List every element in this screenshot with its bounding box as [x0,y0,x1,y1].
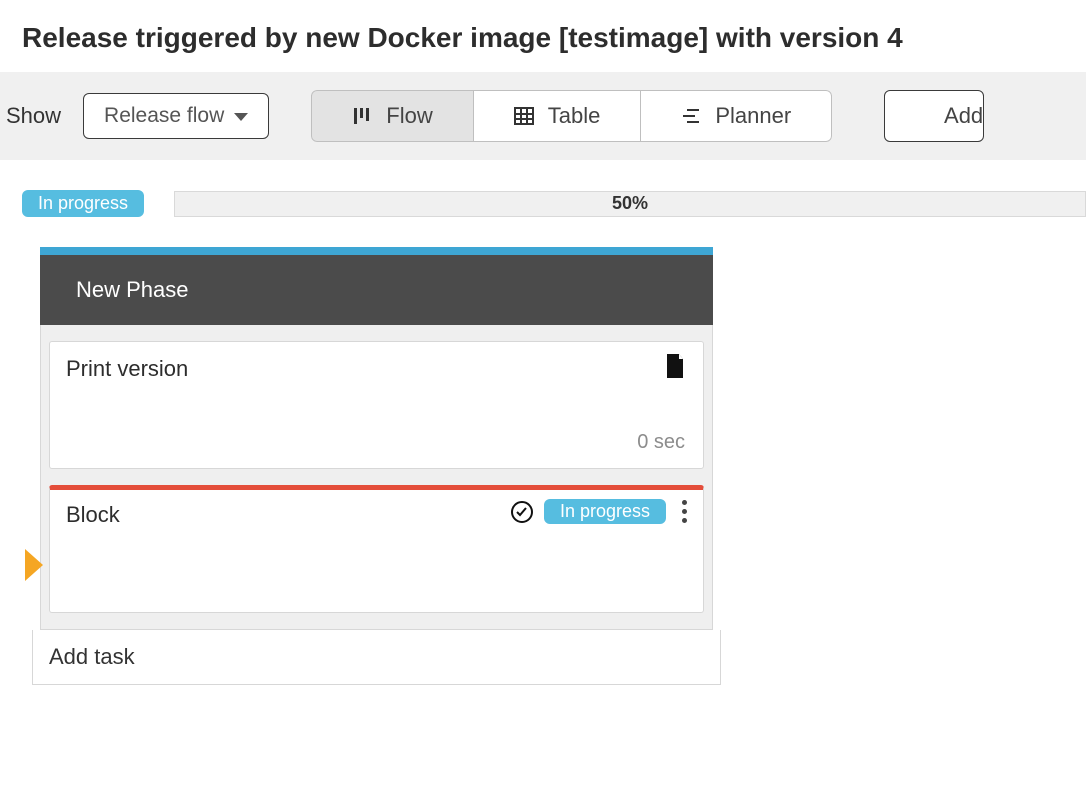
phase-accent-bar [40,247,713,255]
flow-icon [352,106,372,126]
planner-icon [681,106,701,126]
status-badge: In progress [22,190,144,217]
chevron-down-icon [234,113,248,121]
phase-body: Print version 0 sec Block In progress [40,325,713,630]
progress-percent: 50% [175,192,1085,216]
script-icon [665,354,685,378]
progress-row: In progress 50% [0,160,1086,247]
task-card-block[interactable]: Block In progress [49,485,704,613]
current-task-indicator-icon [25,549,43,581]
task-actions: In progress [510,498,693,525]
task-card-print-version[interactable]: Print version 0 sec [49,341,704,469]
tab-table[interactable]: Table [474,90,642,142]
release-flow-dropdown-label: Release flow [104,104,224,128]
kebab-menu-icon[interactable] [676,498,693,525]
check-circle-icon [510,500,534,524]
tab-planner-label: Planner [715,103,791,129]
tab-planner[interactable]: Planner [641,90,832,142]
task-status-badge: In progress [544,499,666,524]
phase-card: New Phase Print version 0 sec Block In p… [40,247,713,685]
add-task-button[interactable]: Add task [32,630,721,685]
tab-flow[interactable]: Flow [311,90,473,142]
task-duration: 0 sec [637,431,685,454]
add-button-label: Add [944,103,983,129]
toolbar: Show Release flow Flow Table Planner Add [0,72,1086,160]
add-button[interactable]: Add [884,90,984,142]
show-label: Show [6,103,61,129]
task-title: Print version [66,356,687,382]
release-flow-dropdown[interactable]: Release flow [83,93,269,139]
progress-bar: 50% [174,191,1086,217]
tab-table-label: Table [548,103,601,129]
table-icon [514,106,534,126]
tab-flow-label: Flow [386,103,432,129]
page-title: Release triggered by new Docker image [t… [0,0,1086,72]
phase-header[interactable]: New Phase [40,255,713,325]
view-tabs: Flow Table Planner [311,90,832,142]
